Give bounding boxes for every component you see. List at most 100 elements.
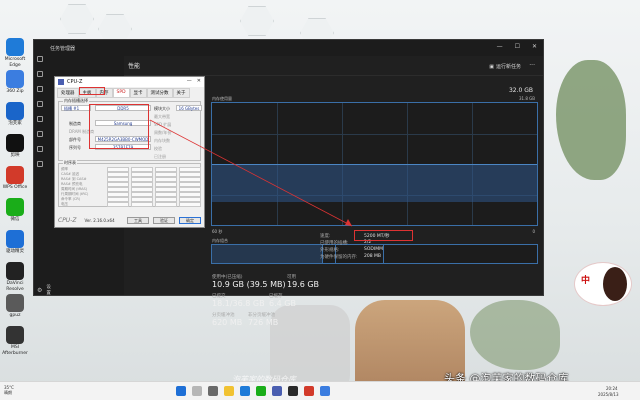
menu-icon[interactable]: [37, 56, 43, 62]
desktop-icon[interactable]: gpuz: [2, 294, 28, 319]
slot-select[interactable]: 插槽 #1: [61, 105, 91, 111]
desktop-icon[interactable]: 泡芙家: [2, 102, 28, 127]
users-icon[interactable]: [37, 131, 43, 137]
services-icon[interactable]: [37, 161, 43, 167]
clock-date[interactable]: 2025/8/13: [598, 392, 619, 397]
module-size-field: 16 GBytes: [176, 105, 202, 111]
cpuz-tab[interactable]: 处理器: [57, 88, 79, 98]
edge-icon[interactable]: [240, 386, 250, 396]
spec-label: 已使用的插槽:: [320, 241, 349, 246]
app-history-icon[interactable]: [37, 101, 43, 107]
validate-button[interactable]: 验证: [153, 217, 175, 224]
desktop-icon-label: DaVinci Resolve: [6, 281, 24, 292]
cpuz-titlebar[interactable]: CPU-Z: [55, 77, 204, 87]
app-icon: [6, 102, 24, 120]
desktop-icon[interactable]: DaVinci Resolve: [2, 262, 28, 293]
nav-sidebar: ⚙ 设置: [34, 56, 51, 296]
cpuz-close-button[interactable]: ✕: [197, 78, 201, 84]
cpuz-tab[interactable]: 显卡: [129, 88, 147, 98]
start-icon[interactable]: [176, 386, 186, 396]
pane-header: 性能: [124, 56, 543, 76]
cpuz-tab[interactable]: SPD: [112, 88, 130, 98]
desktop-icon[interactable]: MSI Afterburner: [2, 326, 28, 357]
close-button[interactable]: ✕: [532, 43, 537, 50]
maximize-button[interactable]: ☐: [515, 43, 520, 50]
timing-row-label: 电压: [61, 202, 68, 206]
week-year-label: 周数/年份: [154, 130, 172, 135]
weather-widget[interactable]: 35°C 晴朗: [4, 385, 14, 395]
app-icon: [6, 166, 24, 184]
sticker-text: 中: [581, 276, 591, 286]
plant-decoration: [470, 300, 560, 370]
spec-value: 208 MB: [364, 254, 381, 259]
bank-label: 内存块数: [154, 138, 170, 143]
cpuz-title: CPU-Z: [67, 79, 83, 85]
cpuz-window[interactable]: CPU-Z — ✕ 处理器 主板 内存 SPD 显卡 测试分数 关于 内存插槽选择 插槽 #…: [54, 76, 205, 228]
desktop-icon[interactable]: 剪映: [2, 134, 28, 159]
timing-group-label: 时序表: [63, 160, 77, 166]
desktop-icon[interactable]: 驱动精灵: [2, 230, 28, 255]
cpuz-taskbar-icon[interactable]: [272, 386, 282, 396]
taskbar: 35°C 晴朗 20:24 2025/8/13: [0, 381, 640, 400]
desktop-icon[interactable]: 360 Zip: [2, 70, 28, 95]
task-manager-taskbar-icon[interactable]: [288, 386, 298, 396]
module-size-label: 模块大小: [154, 106, 170, 111]
cpuz-tab[interactable]: 测试分数: [146, 88, 173, 98]
desktop-icon-label: 360 Zip: [6, 89, 24, 94]
minimize-button[interactable]: —: [497, 43, 503, 50]
timing-cell: [131, 202, 153, 207]
tools-button[interactable]: 工具: [127, 217, 149, 224]
app-icon[interactable]: [320, 386, 330, 396]
more-options-button[interactable]: ···: [529, 62, 535, 69]
settings-item[interactable]: ⚙ 设置: [37, 284, 51, 296]
slot-group-label: 内存插槽选择: [63, 98, 89, 104]
correction-label: 校验: [154, 146, 162, 151]
wechat-icon[interactable]: [256, 386, 266, 396]
processes-icon[interactable]: [37, 71, 43, 77]
cpuz-minimize-button[interactable]: —: [187, 78, 192, 84]
app-icon: [6, 198, 24, 216]
desktop-icon[interactable]: WPS Office: [2, 166, 28, 191]
startup-icon[interactable]: [37, 116, 43, 122]
task-manager-titlebar[interactable]: 任务管理器: [34, 40, 543, 56]
desktop-icon[interactable]: Microsoft Edge: [2, 38, 28, 69]
search-icon[interactable]: [192, 386, 202, 396]
ok-button[interactable]: 确定: [179, 217, 201, 224]
file-explorer-icon[interactable]: [224, 386, 234, 396]
cpuz-brand: CPU-Z: [58, 217, 77, 224]
run-new-task-button[interactable]: ▣ 运行新任务: [489, 63, 521, 71]
cpuz-window-controls: — ✕: [187, 78, 201, 84]
in-use-value: 10.9 GB (39.5 MB): [212, 280, 286, 289]
cpuz-version: Ver. 2.16.0.x64: [84, 218, 115, 223]
section-title: 性能: [128, 63, 141, 70]
wps-icon[interactable]: [304, 386, 314, 396]
graph-zero-label: 0: [532, 229, 535, 234]
plant-decoration: [556, 60, 626, 180]
performance-icon[interactable]: [37, 86, 43, 92]
app-icon: [6, 70, 24, 88]
gear-icon: ⚙: [37, 286, 43, 294]
desktop-icon-label: 驱动精灵: [6, 249, 24, 254]
desktop-icon-label: 泡芙家: [8, 121, 22, 126]
max-bandwidth-label: 最大带宽: [154, 114, 170, 119]
details-icon[interactable]: [37, 146, 43, 152]
memory-usage-graph: [211, 102, 538, 226]
nonpaged-pool-value: 726 MB: [248, 318, 279, 327]
desktop-icon[interactable]: 微信: [2, 198, 28, 223]
app-icon: [6, 134, 24, 152]
window-controls: — ☐ ✕: [497, 43, 537, 50]
clock-time[interactable]: 20:24: [606, 386, 618, 391]
spec-value: SODIMM: [364, 247, 383, 252]
weather-desc: 晴朗: [4, 390, 12, 395]
memory-usage-fill: [212, 164, 537, 202]
run-task-icon: ▣: [489, 63, 494, 70]
timing-cell: [155, 202, 177, 207]
task-view-icon[interactable]: [208, 386, 218, 396]
cpuz-logo-icon: [58, 79, 64, 85]
part-number-label: 部件号: [69, 137, 81, 142]
app-icon: [6, 230, 24, 248]
spec-label: 为硬件保留的内存:: [320, 255, 358, 260]
window-title: 任务管理器: [50, 45, 76, 52]
cpuz-tab[interactable]: 关于: [172, 88, 190, 98]
desktop-icon-label: MSI Afterburner: [2, 345, 28, 356]
